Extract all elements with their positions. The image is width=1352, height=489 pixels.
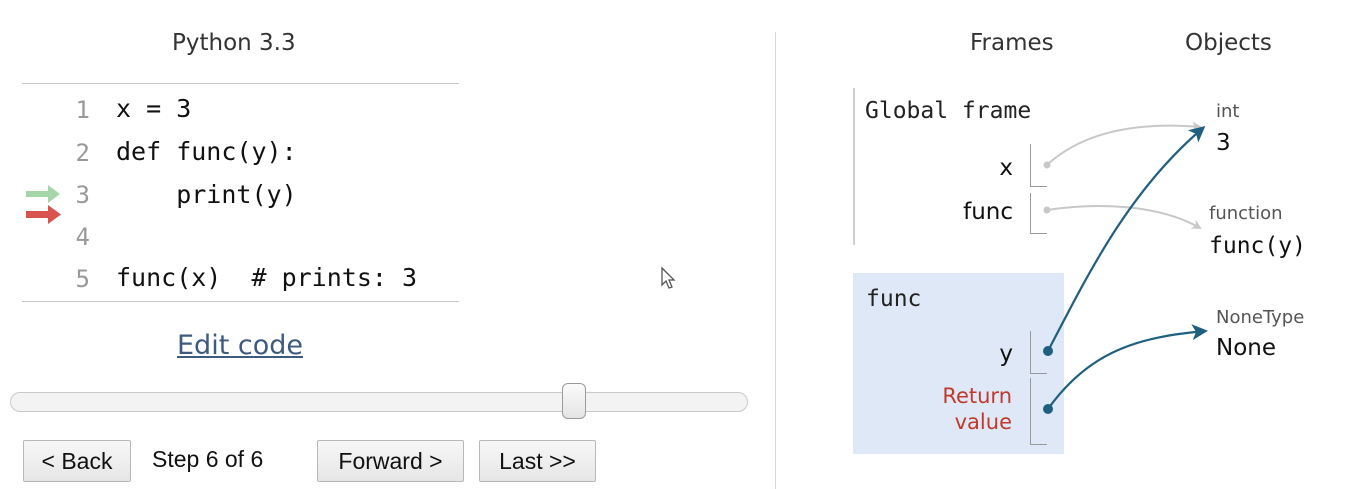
pointer-arrows <box>1043 121 1208 414</box>
pointer-x-to-int <box>1043 121 1202 169</box>
pointer-return-to-none <box>1043 324 1208 414</box>
pointer-func-to-function <box>1043 205 1202 229</box>
pointer-y-to-int <box>1043 126 1206 356</box>
